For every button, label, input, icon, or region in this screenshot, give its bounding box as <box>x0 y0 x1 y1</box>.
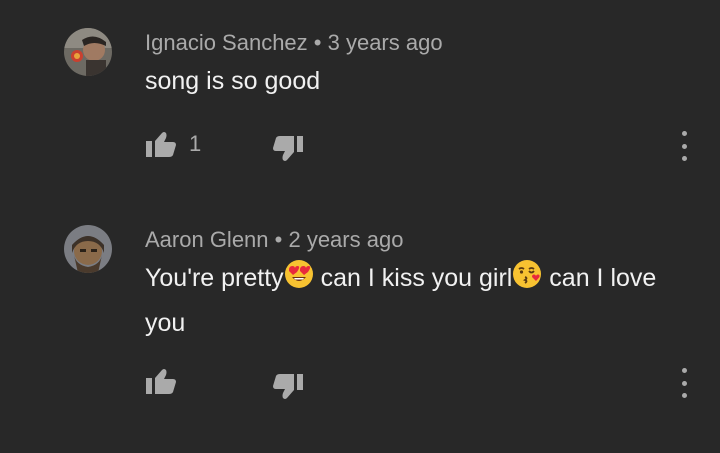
more-options-button[interactable] <box>678 368 690 398</box>
dot <box>681 380 687 386</box>
avatar[interactable] <box>64 28 112 76</box>
comment-1: Ignacio Sanchez • 3 years ago song is so… <box>0 0 720 200</box>
avatar-image <box>64 28 112 76</box>
dot <box>681 393 687 398</box>
comment-time[interactable]: 3 years ago <box>328 30 443 55</box>
meta-separator: • <box>268 227 289 252</box>
comment-text: You're pretty can I kiss you girl can I … <box>145 257 685 344</box>
heart-eyes-emoji <box>284 259 314 302</box>
like-count: 1 <box>189 131 202 156</box>
author-name[interactable]: Aaron Glenn <box>145 227 269 252</box>
thumbs-down-icon <box>273 374 303 399</box>
avatar-image <box>64 225 112 273</box>
like-button[interactable] <box>145 367 177 395</box>
thumbs-up-icon <box>146 369 176 394</box>
author-name[interactable]: Ignacio Sanchez <box>145 30 308 55</box>
dislike-button[interactable] <box>272 135 304 163</box>
comment-meta: Aaron Glenn • 2 years ago <box>145 227 403 253</box>
dot <box>681 156 687 161</box>
comment-2: Aaron Glenn • 2 years ago You're pretty … <box>0 200 720 453</box>
like-button[interactable]: 1 <box>145 130 201 158</box>
dot <box>681 143 687 149</box>
comment-text: song is so good <box>145 67 321 95</box>
text-part: can I kiss you girl <box>313 264 513 292</box>
thumbs-up-icon <box>146 132 176 157</box>
dislike-button[interactable] <box>272 373 304 401</box>
avatar[interactable] <box>64 225 112 273</box>
thumbs-down-icon <box>273 136 303 161</box>
kissing-face-emoji <box>512 259 542 302</box>
more-options-button[interactable] <box>678 131 690 161</box>
dot <box>681 131 687 136</box>
meta-separator: • <box>307 30 328 55</box>
dot <box>681 368 687 373</box>
comment-time[interactable]: 2 years ago <box>288 227 403 252</box>
comment-meta: Ignacio Sanchez • 3 years ago <box>145 30 443 56</box>
text-part: You're pretty <box>145 264 284 292</box>
